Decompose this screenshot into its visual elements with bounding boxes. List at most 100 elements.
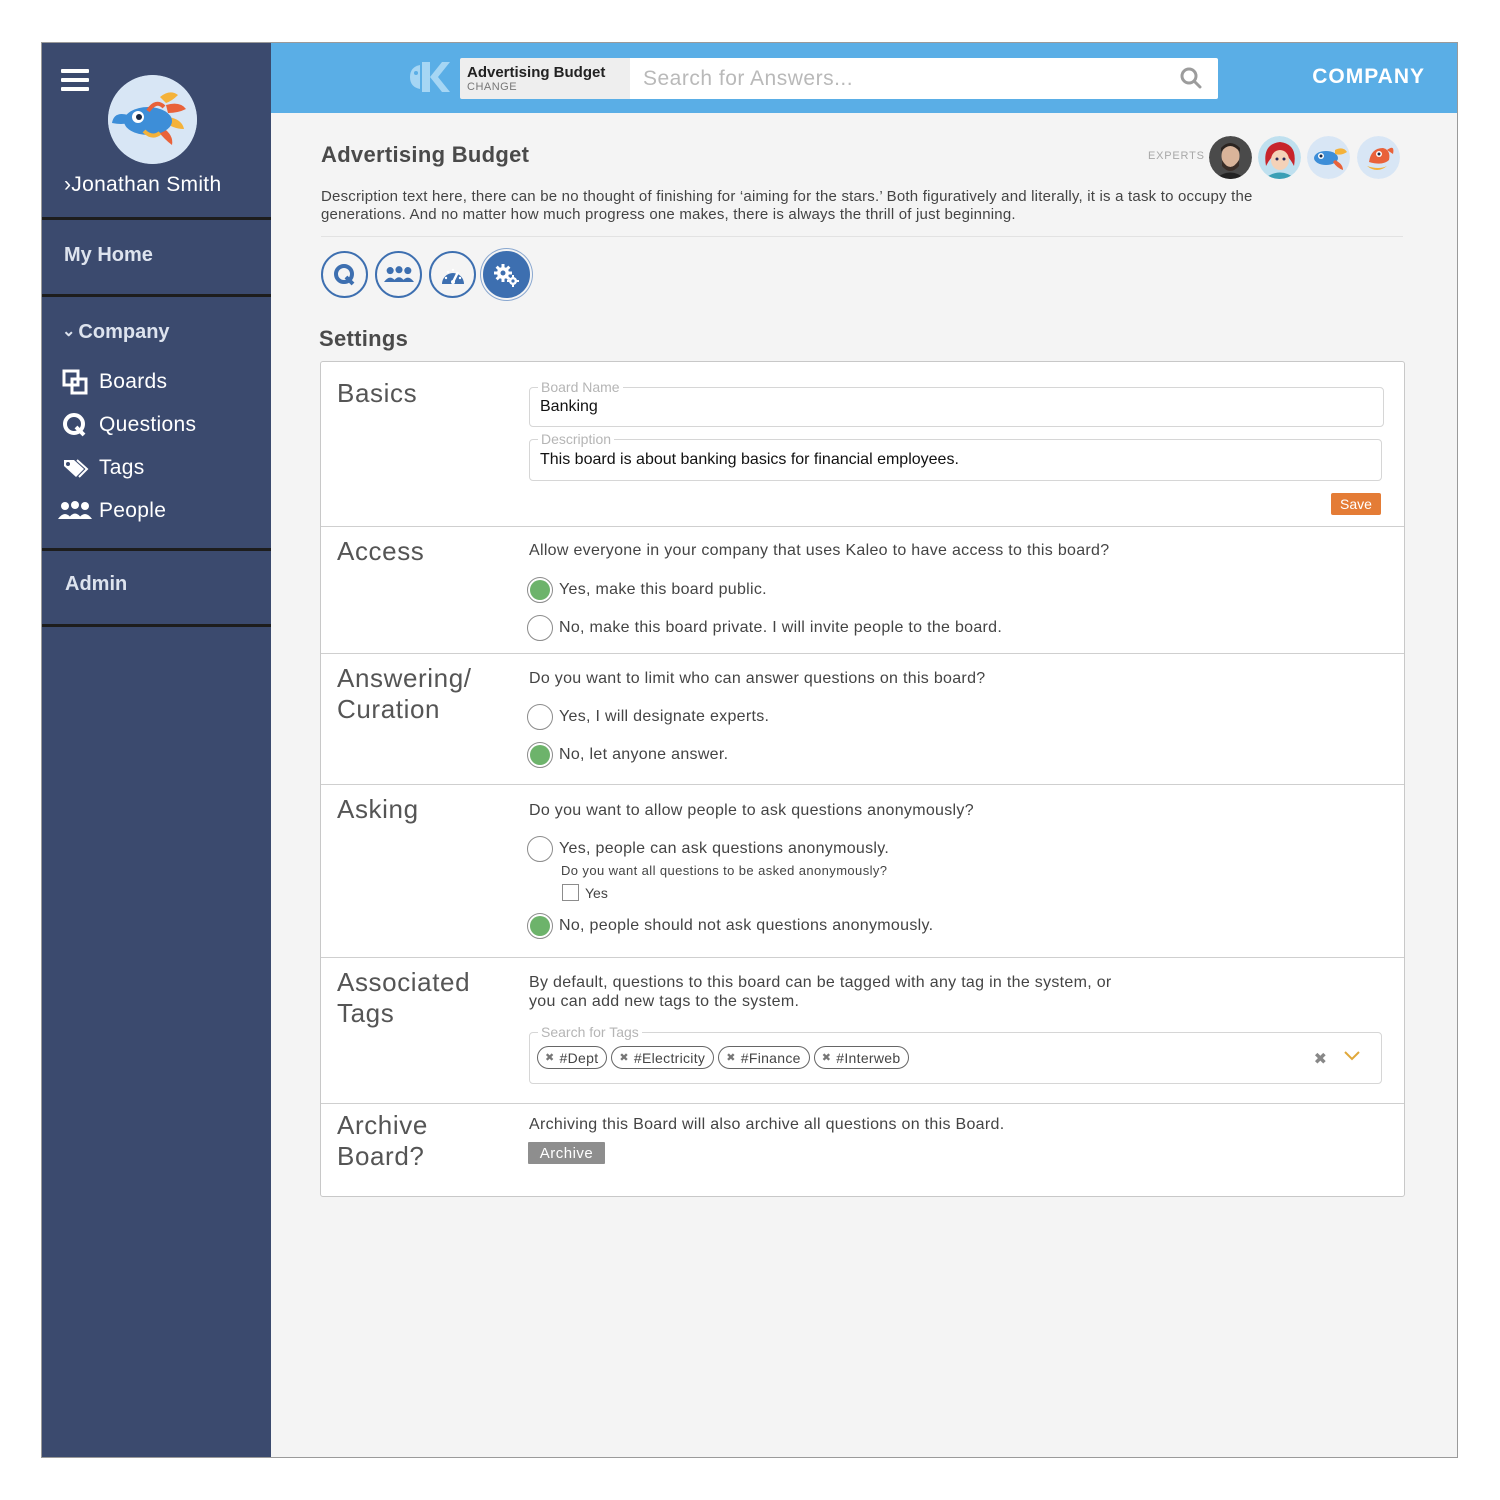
- page-title: Advertising Budget: [321, 142, 530, 167]
- app-window: ›Jonathan Smith My Home ⌄ Company Boards …: [41, 42, 1458, 1458]
- company-link[interactable]: COMPANY: [1312, 65, 1425, 89]
- chevron-down-icon[interactable]: [1343, 1049, 1361, 1067]
- tags-description-line: you can add new tags to the system.: [529, 993, 800, 1010]
- search-icon[interactable]: [1180, 67, 1202, 94]
- sidebar-item-label: Boards: [99, 370, 168, 393]
- checkbox[interactable]: [562, 884, 579, 901]
- sidebar-company-label: Company: [78, 321, 170, 343]
- radio-button-selected[interactable]: [527, 913, 553, 939]
- tag-chip: ✖ #Interweb: [813, 1046, 910, 1069]
- radio-button[interactable]: [527, 615, 553, 641]
- tags-description-line: By default, questions to this board can …: [529, 974, 1112, 991]
- remove-tag-icon[interactable]: ✖: [726, 1051, 736, 1064]
- section-title: Access: [337, 536, 425, 566]
- divider: [321, 236, 1403, 237]
- people-icon: [383, 265, 414, 282]
- field-label: Search for Tags: [538, 1024, 642, 1040]
- people-icon: [58, 498, 92, 524]
- radio-button[interactable]: [527, 836, 553, 862]
- radio-button-selected[interactable]: [527, 577, 553, 603]
- questions-icon: [333, 263, 354, 285]
- section-title: Answering/ Curation: [337, 663, 472, 725]
- chevron-down-icon: ⌄: [62, 323, 76, 340]
- radio-label: No, people should not ask questions anon…: [559, 917, 934, 934]
- radio-access-public[interactable]: Yes, make this board public.: [527, 577, 767, 603]
- board-name-field[interactable]: Board Name: [529, 379, 1384, 427]
- expert-avatar[interactable]: [1357, 136, 1400, 179]
- tag-label: #Dept: [559, 1049, 599, 1066]
- section-title-line: Associated: [337, 967, 471, 997]
- section-title: Archive Board?: [337, 1110, 428, 1172]
- board-name-input[interactable]: [530, 388, 1383, 426]
- remove-tag-icon[interactable]: ✖: [822, 1051, 832, 1064]
- radio-button[interactable]: [527, 704, 553, 730]
- questions-icon: [62, 412, 92, 438]
- sidebar-item-questions[interactable]: Questions: [62, 411, 196, 439]
- archive-button[interactable]: Archive: [528, 1142, 605, 1164]
- clear-tags-icon[interactable]: ✖: [1314, 1049, 1327, 1069]
- tag-label: #Electricity: [633, 1049, 706, 1066]
- section-title-line: Tags: [337, 998, 395, 1028]
- top-header: Advertising Budget CHANGE COMPANY: [271, 43, 1457, 113]
- tab-people[interactable]: [375, 251, 422, 298]
- experts-label: EXPERTS: [1148, 150, 1205, 162]
- sidebar-item-boards[interactable]: Boards: [62, 368, 167, 396]
- hamburger-menu-icon[interactable]: [61, 69, 89, 91]
- sidebar-company-toggle[interactable]: ⌄ Company: [62, 321, 170, 344]
- sidebar-divider: [42, 624, 271, 627]
- user-name: Jonathan Smith: [71, 173, 222, 196]
- field-label: Board Name: [538, 379, 623, 395]
- tag-chip: ✖ #Dept: [537, 1046, 608, 1069]
- settings-title: Settings: [319, 326, 409, 351]
- tab-settings[interactable]: [483, 251, 530, 298]
- expert-avatar[interactable]: [1258, 136, 1301, 179]
- section-title-line: Board?: [337, 1141, 425, 1171]
- radio-access-private[interactable]: No, make this board private. I will invi…: [527, 615, 1002, 641]
- tags-description: By default, questions to this board can …: [529, 973, 1112, 1011]
- section-title: Asking: [337, 794, 419, 824]
- description-input[interactable]: [530, 440, 1381, 480]
- archive-description: Archiving this Board will also archive a…: [529, 1116, 1005, 1133]
- tag-chip: ✖ #Finance: [718, 1046, 810, 1069]
- expert-avatar[interactable]: [1209, 136, 1252, 179]
- save-button[interactable]: Save: [1331, 493, 1381, 515]
- tab-questions[interactable]: [321, 251, 368, 298]
- radio-label: No, make this board private. I will invi…: [559, 619, 1003, 636]
- remove-tag-icon[interactable]: ✖: [545, 1051, 555, 1064]
- kaleo-logo-icon[interactable]: [408, 59, 450, 100]
- section-title-line: Archive: [337, 1110, 428, 1140]
- section-title-line: Answering/: [337, 663, 472, 693]
- user-avatar[interactable]: [108, 75, 197, 164]
- search-input[interactable]: [630, 58, 1218, 99]
- tab-dashboard[interactable]: [429, 251, 476, 298]
- tags-search-field[interactable]: Search for Tags ✖ #Dept ✖ #Electricity ✖ #F…: [529, 1024, 1382, 1084]
- radio-anyone-answer[interactable]: No, let anyone answer.: [527, 742, 728, 768]
- remove-tag-icon[interactable]: ✖: [619, 1051, 629, 1064]
- sidebar-my-home[interactable]: My Home: [64, 244, 153, 267]
- sidebar-item-people[interactable]: People: [58, 497, 166, 525]
- anonymous-sub-question: Do you want all questions to be asked an…: [561, 863, 888, 878]
- sidebar-admin[interactable]: Admin: [65, 573, 127, 596]
- section-associated-tags: Associated Tags By default, questions to…: [321, 958, 1404, 1104]
- radio-label: Yes, I will designate experts.: [559, 708, 770, 725]
- description-field[interactable]: Description: [529, 431, 1382, 481]
- board-selector[interactable]: Advertising Budget CHANGE: [460, 58, 630, 99]
- fish-mascot-icon: [108, 75, 197, 164]
- sidebar-item-tags[interactable]: Tags: [62, 454, 145, 482]
- field-label: Description: [538, 431, 615, 447]
- radio-anonymous-no[interactable]: No, people should not ask questions anon…: [527, 913, 933, 939]
- asking-question: Do you want to allow people to ask quest…: [529, 802, 974, 819]
- access-question: Allow everyone in your company that uses…: [529, 542, 1110, 559]
- radio-anonymous-yes[interactable]: Yes, people can ask questions anonymousl…: [527, 836, 889, 862]
- radio-designate-experts[interactable]: Yes, I will designate experts.: [527, 704, 769, 730]
- section-answering: Answering/ Curation Do you want to limit…: [321, 654, 1404, 785]
- user-name-link[interactable]: ›Jonathan Smith: [64, 173, 221, 197]
- sidebar-item-label: People: [99, 499, 167, 522]
- checkbox-all-anonymous[interactable]: Yes: [562, 884, 608, 901]
- expert-avatar[interactable]: [1307, 136, 1350, 179]
- radio-label: Yes, people can ask questions anonymousl…: [559, 840, 890, 857]
- section-title: Basics: [337, 378, 418, 408]
- section-archive: Archive Board? Archiving this Board will…: [321, 1104, 1404, 1196]
- radio-label: Yes, make this board public.: [559, 581, 767, 598]
- radio-button-selected[interactable]: [527, 742, 553, 768]
